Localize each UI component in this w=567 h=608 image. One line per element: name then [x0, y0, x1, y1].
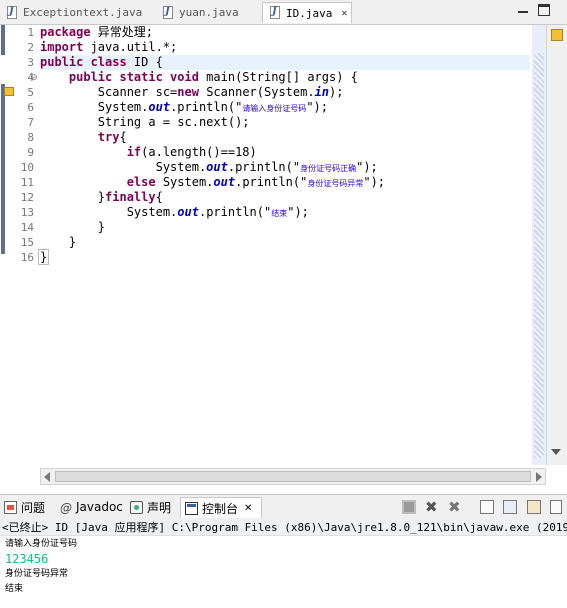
line-number: 2 — [27, 41, 34, 54]
line-number: 1 — [27, 26, 34, 39]
tab-label: 控制台 — [202, 501, 239, 516]
line-number: 15 — [20, 236, 34, 249]
vertical-scrollbar[interactable] — [546, 25, 567, 465]
line-number: 5 — [27, 86, 34, 99]
console-line: 请输入身份证号码 — [5, 539, 78, 549]
scroll-left-icon[interactable] — [44, 472, 50, 482]
code-line: package 异常处理; — [40, 25, 154, 39]
close-icon[interactable]: ✕ — [244, 503, 252, 514]
tab-exceptiontext[interactable]: J Exceptiontext.java — [0, 2, 155, 23]
code-line: }finally{ — [40, 190, 163, 204]
tab-yuan[interactable]: J yuan.java — [156, 2, 260, 23]
change-marker — [1, 84, 5, 254]
console-input-line: 123456 — [5, 552, 49, 566]
console-output[interactable]: 请输入身份证号码 123456 身份证号码异常 结束 — [0, 537, 567, 608]
line-number: 3 — [27, 56, 34, 69]
horizontal-scrollbar[interactable] — [40, 468, 546, 485]
line-numbers: 1 2 3 4 5 6 7 8 9 10 11 12 13 14 15 16 — [14, 25, 34, 265]
scrollbar-thumb[interactable] — [55, 471, 531, 482]
scroll-right-icon[interactable] — [536, 472, 542, 482]
line-number: 11 — [20, 176, 34, 189]
overview-ruler[interactable] — [532, 25, 546, 465]
line-number: 16 — [20, 251, 34, 264]
declaration-icon — [130, 500, 143, 514]
at-sign-icon: @ — [60, 500, 72, 515]
word-wrap-icon[interactable] — [503, 500, 517, 514]
warning-icon[interactable] — [4, 87, 14, 96]
code-line: System.out.println("结束"); — [40, 205, 309, 219]
line-number: 6 — [27, 101, 34, 114]
annotation-ruler — [0, 25, 14, 487]
problems-icon — [4, 500, 17, 514]
tab-declaration[interactable]: 声明 — [126, 498, 175, 516]
code-line: } — [40, 220, 106, 234]
code-line-current: public class ID { — [40, 55, 530, 70]
tab-problems[interactable]: 问题 — [0, 498, 49, 516]
console-line: 身份证号码异常 — [5, 569, 69, 579]
change-marker — [1, 25, 5, 55]
line-number: 7 — [27, 116, 34, 129]
maximize-button[interactable] — [538, 4, 550, 16]
code-line: public static void main(String[] args) { — [68, 70, 358, 84]
tab-label: Javadoc — [76, 500, 123, 514]
line-number: 8 — [27, 131, 34, 144]
warning-overview-icon[interactable] — [551, 29, 563, 41]
minimize-button[interactable] — [518, 11, 528, 13]
code-editor[interactable]: 1 2 3 4 5 6 7 8 9 10 11 12 13 14 15 16 ⊖… — [0, 25, 567, 487]
console-icon — [185, 501, 198, 515]
java-file-icon: J — [269, 6, 281, 20]
tab-label: 问题 — [21, 500, 46, 515]
java-file-icon: J — [6, 5, 18, 20]
close-icon[interactable]: ✕ — [341, 8, 347, 19]
scroll-down-icon[interactable] — [551, 449, 561, 455]
code-line: System.out.println("身份证号码正确"); — [40, 160, 378, 174]
code-line: else System.out.println("身份证号码异常"); — [126, 175, 386, 189]
console-status: <已终止> ID [Java 应用程序] C:\Program Files (x… — [0, 519, 567, 536]
line-number: 12 — [20, 191, 34, 204]
tab-id[interactable]: J ID.java ✕ — [262, 2, 352, 23]
code-line: } — [38, 249, 50, 265]
views-tab-bar: 问题 @ Javadoc 声明 控制台 ✕ ✖ ✖ — [0, 494, 567, 520]
java-file-icon: J — [162, 5, 174, 20]
tab-label: Exceptiontext.java — [23, 6, 143, 19]
console-line: 结束 — [5, 584, 24, 594]
tab-javadoc[interactable]: @ Javadoc — [56, 498, 127, 516]
line-number: 9 — [27, 146, 34, 159]
line-number: 13 — [20, 206, 34, 219]
display-console-icon[interactable] — [550, 500, 562, 514]
code-line: } — [40, 235, 77, 249]
terminate-icon[interactable] — [402, 500, 416, 514]
line-number: 10 — [20, 161, 34, 174]
fold-collapse-icon[interactable]: ⊖ — [30, 73, 38, 83]
pin-console-icon[interactable] — [527, 500, 541, 514]
code-line: import java.util.*; — [40, 40, 178, 54]
code-line: Scanner sc=new Scanner(System.in); — [40, 85, 344, 99]
tab-console[interactable]: 控制台 ✕ — [180, 497, 262, 518]
tab-label: ID.java — [286, 6, 333, 20]
remove-all-icon[interactable]: ✖ — [448, 500, 462, 515]
line-number: 14 — [20, 221, 34, 234]
tab-label: 声明 — [147, 500, 172, 515]
remove-launch-icon[interactable]: ✖ — [425, 500, 439, 515]
code-line: try{ — [97, 130, 127, 144]
editor-tab-bar: J Exceptiontext.java J yuan.java J ID.ja… — [0, 0, 567, 25]
scroll-lock-icon[interactable] — [480, 500, 494, 514]
code-line: String a = sc.next(); — [40, 115, 250, 129]
code-line: System.out.println("请输入身份证号码"); — [40, 100, 328, 114]
tab-label: yuan.java — [179, 6, 239, 19]
code-text[interactable]: package 异常处理; import java.util.*; public… — [38, 25, 530, 265]
code-line: if(a.length()==18) — [126, 145, 257, 159]
